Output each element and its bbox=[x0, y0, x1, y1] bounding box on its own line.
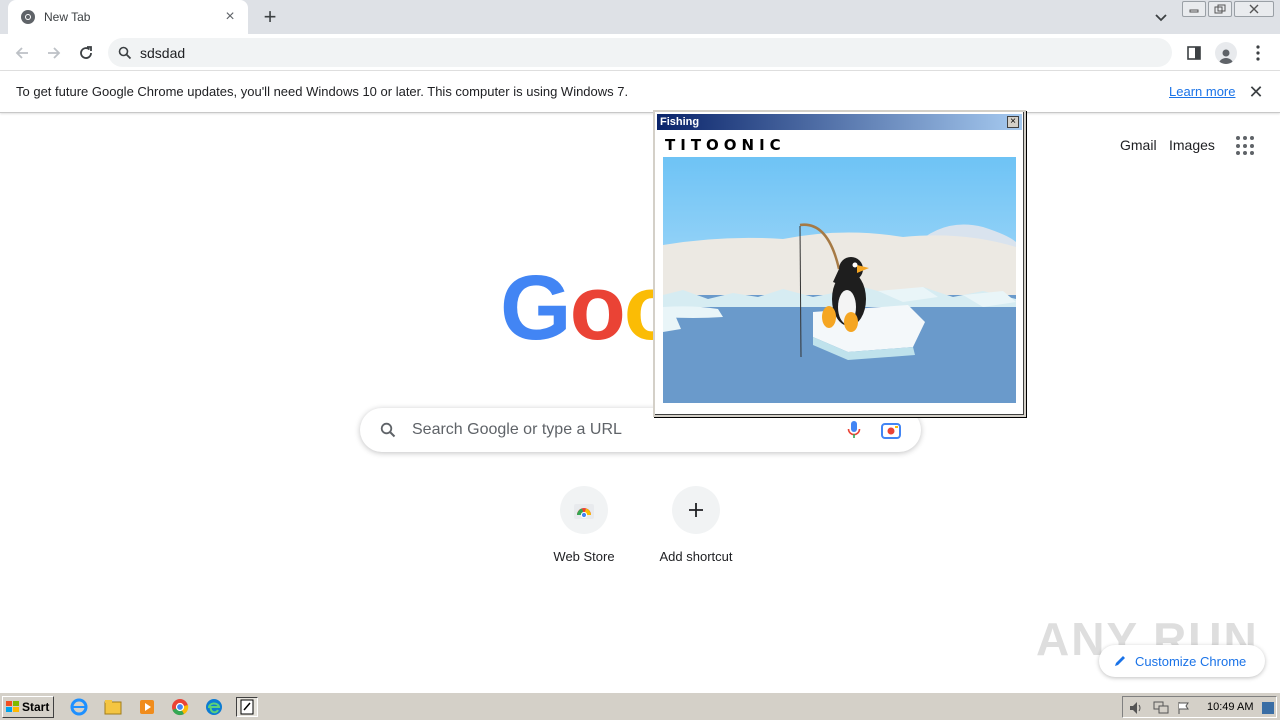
start-label: Start bbox=[22, 700, 50, 714]
chrome-icon bbox=[21, 10, 35, 24]
shortcut-add[interactable]: Add shortcut bbox=[640, 486, 752, 564]
person-icon bbox=[1219, 49, 1233, 64]
google-logo-letter-g: G bbox=[500, 257, 572, 359]
windows-taskbar: Start 10:49 AM bbox=[0, 692, 1280, 720]
shortcut-label: Web Store bbox=[553, 549, 615, 564]
fishing-window-close-button[interactable]: × bbox=[1007, 116, 1019, 128]
speaker-icon[interactable] bbox=[1129, 701, 1145, 715]
media-player-taskbar-icon[interactable] bbox=[136, 697, 158, 717]
minimize-button[interactable] bbox=[1182, 1, 1206, 17]
microphone-icon[interactable] bbox=[847, 420, 861, 440]
forward-button[interactable] bbox=[41, 40, 67, 66]
web-store-icon bbox=[574, 504, 594, 519]
side-panel-icon bbox=[1187, 46, 1201, 60]
pencil-icon bbox=[1115, 656, 1125, 666]
tab-close-icon[interactable]: × bbox=[222, 9, 238, 25]
flag-icon[interactable] bbox=[1177, 701, 1191, 715]
restore-button[interactable] bbox=[1208, 1, 1232, 17]
window-controls bbox=[1182, 1, 1274, 17]
screen: New Tab × + sdsdad To get future Google … bbox=[0, 0, 1280, 720]
fishing-brand-text: TITOONIC bbox=[665, 136, 786, 154]
system-tray: 10:49 AM bbox=[1122, 696, 1277, 718]
chevron-down-icon[interactable] bbox=[1150, 6, 1172, 28]
fishing-window-title: Fishing bbox=[660, 116, 700, 128]
notepad-taskbar-icon[interactable] bbox=[236, 697, 258, 717]
new-tab-button[interactable]: + bbox=[258, 4, 282, 29]
internet-explorer-taskbar-icon[interactable] bbox=[68, 697, 90, 717]
search-placeholder: Search Google or type a URL bbox=[412, 421, 622, 438]
search-icon bbox=[118, 46, 132, 59]
tab-title: New Tab bbox=[44, 10, 91, 24]
back-button[interactable] bbox=[9, 40, 35, 66]
close-window-button[interactable] bbox=[1234, 1, 1274, 17]
google-logo-letter-o1: o bbox=[569, 257, 626, 359]
chrome-taskbar-icon[interactable] bbox=[169, 697, 191, 717]
chrome-menu-button[interactable] bbox=[1245, 40, 1271, 66]
update-infobar: To get future Google Chrome updates, you… bbox=[0, 71, 1280, 113]
tab-strip: New Tab × + bbox=[0, 0, 1280, 34]
fishing-window-titlebar[interactable]: Fishing × bbox=[657, 114, 1022, 130]
file-explorer-taskbar-icon[interactable] bbox=[102, 697, 124, 717]
fishing-window[interactable]: Fishing × TITOONIC bbox=[653, 110, 1026, 417]
taskbar-clock[interactable]: 10:49 AM bbox=[1207, 701, 1253, 713]
windows-logo-icon bbox=[6, 701, 19, 712]
learn-more-link[interactable]: Learn more bbox=[1169, 84, 1235, 99]
infobar-close-icon[interactable]: ✕ bbox=[1246, 82, 1266, 102]
tab-new-tab[interactable]: New Tab × bbox=[8, 0, 248, 34]
arrow-left-icon bbox=[15, 47, 28, 59]
start-button[interactable]: Start bbox=[2, 696, 54, 718]
search-icon bbox=[380, 422, 396, 438]
show-desktop-icon[interactable] bbox=[1262, 702, 1274, 714]
address-bar[interactable]: sdsdad bbox=[108, 38, 1172, 67]
google-apps-icon[interactable] bbox=[1236, 136, 1256, 156]
avatar bbox=[1215, 42, 1237, 64]
edge-taskbar-icon[interactable] bbox=[203, 697, 225, 717]
reload-button[interactable] bbox=[73, 40, 99, 66]
infobar-message: To get future Google Chrome updates, you… bbox=[16, 84, 629, 99]
google-logo: Goo bbox=[500, 257, 680, 359]
reload-icon bbox=[80, 46, 92, 59]
address-bar-text: sdsdad bbox=[140, 44, 186, 61]
more-vert-icon bbox=[1256, 45, 1260, 61]
arrow-right-icon bbox=[48, 47, 61, 59]
shortcut-label: Add shortcut bbox=[659, 549, 733, 564]
gmail-link[interactable]: Gmail bbox=[1120, 137, 1157, 153]
profile-button[interactable] bbox=[1213, 40, 1239, 66]
network-icon[interactable] bbox=[1153, 701, 1169, 715]
penguin-fishing-image[interactable] bbox=[663, 157, 1016, 403]
customize-chrome-button[interactable]: Customize Chrome bbox=[1099, 645, 1265, 677]
shortcut-tile bbox=[672, 486, 720, 534]
shortcut-tile bbox=[560, 486, 608, 534]
shortcut-web-store[interactable]: Web Store bbox=[528, 486, 640, 564]
browser-toolbar: sdsdad bbox=[0, 34, 1280, 71]
images-link[interactable]: Images bbox=[1169, 137, 1215, 153]
plus-icon bbox=[689, 503, 703, 517]
camera-lens-icon[interactable] bbox=[881, 421, 901, 439]
side-panel-button[interactable] bbox=[1181, 40, 1207, 66]
customize-chrome-label: Customize Chrome bbox=[1135, 653, 1247, 669]
